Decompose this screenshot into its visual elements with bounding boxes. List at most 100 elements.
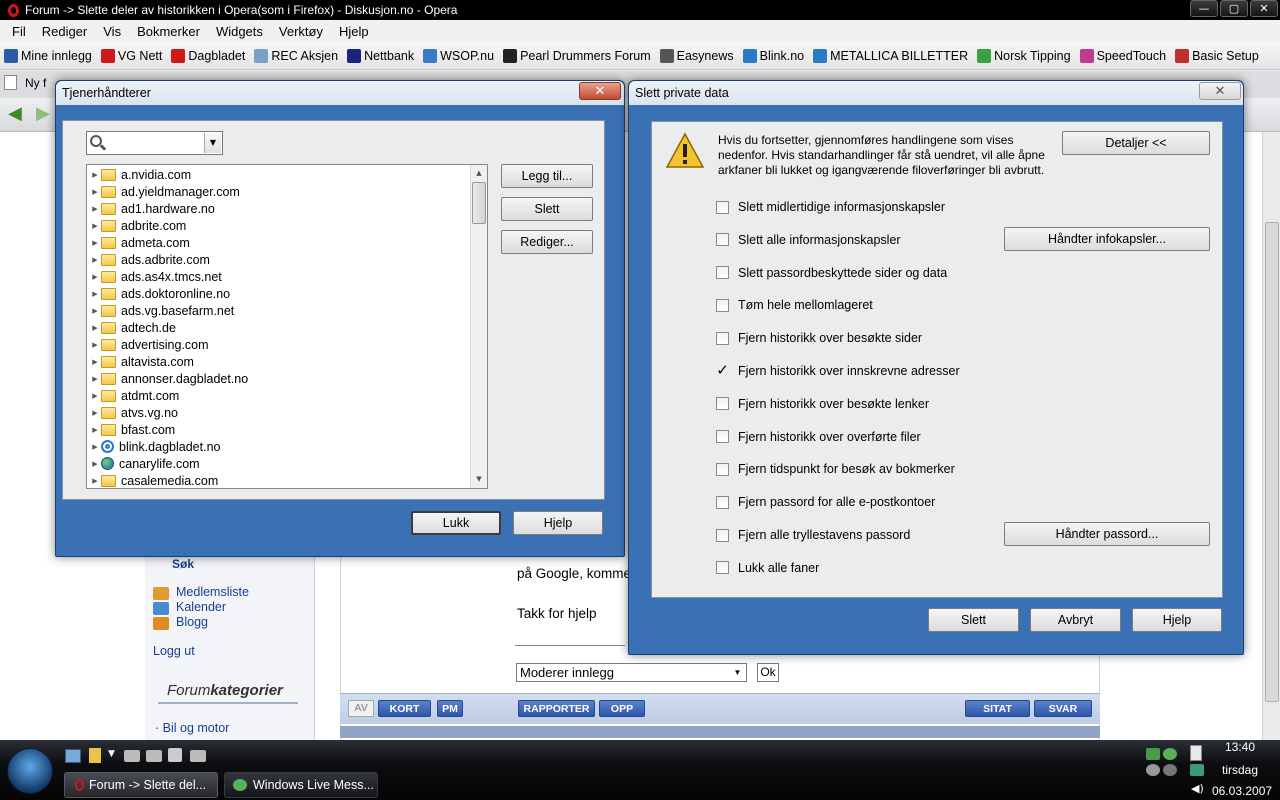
list-item[interactable]: ▶ ads.as4x.tmcs.net [87,268,471,285]
taskbar-button-opera[interactable]: Forum -> Slette del... [64,772,218,798]
back-arrow-icon[interactable]: ◀ [8,105,28,123]
pm-button[interactable]: PM [437,700,463,717]
search-link[interactable]: Søk [172,557,194,571]
bookmark-7[interactable]: Easynews [659,48,734,63]
bookmark-10[interactable]: Norsk Tipping [977,48,1071,63]
chevron-down-icon[interactable]: ▼ [204,133,221,153]
expand-arrow-icon[interactable]: ▶ [89,392,101,400]
checkbox[interactable] [716,462,729,476]
up-button[interactable]: OPP [599,700,645,717]
menu-bokmerker[interactable]: Bokmerker [129,24,208,39]
checkbox[interactable] [716,495,729,509]
option-row[interactable]: Slett passordbeskyttede sider og data [716,266,947,280]
quote-button[interactable]: SITAT [965,700,1030,717]
option-row[interactable]: Fjern tidspunkt for besøk av bokmerker [716,462,955,476]
checkbox[interactable] [716,298,729,312]
quick-launch-drive-icon-2[interactable] [146,750,162,762]
expand-arrow-icon[interactable]: ▶ [89,205,101,213]
quick-launch-drive-icon-3[interactable] [190,750,206,762]
list-item[interactable]: ▶ adbrite.com [87,217,471,234]
close-window-button[interactable]: ✕ [1250,0,1278,17]
start-button[interactable] [7,748,53,794]
expand-arrow-icon[interactable]: ▶ [89,358,101,366]
maximize-button[interactable]: ▢ [1220,0,1248,17]
bookmark-12[interactable]: Basic Setup [1175,48,1259,63]
logout-link[interactable]: Logg ut [153,644,195,658]
tray-wifi-icon[interactable] [1146,764,1160,776]
list-item[interactable]: ▶ adtech.de [87,319,471,336]
clock-time[interactable]: 13:40 [1225,740,1255,754]
expand-arrow-icon[interactable]: ▶ [89,290,101,298]
quick-launch-drive-icon[interactable] [124,750,140,762]
quick-launch-chevron-icon[interactable]: ▼ [108,749,115,759]
checkbox[interactable] [716,233,729,247]
menu-rediger[interactable]: Rediger [34,24,96,39]
bookmark-9[interactable]: METALLICA BILLETTER [813,48,968,63]
delete-button[interactable]: Slett [928,608,1019,632]
clock-day[interactable]: tirsdag [1222,763,1258,777]
close-icon[interactable]: ✕ [1199,82,1241,100]
list-item[interactable]: ▶ annonser.dagbladet.no [87,370,471,387]
menu-fil[interactable]: Fil [4,24,34,39]
quick-launch-printer-icon[interactable] [168,748,182,762]
reply-button[interactable]: SVAR [1034,700,1092,717]
expand-arrow-icon[interactable]: ▶ [89,341,101,349]
server-list[interactable]: ▶ a.nvidia.com ▶ ad.yieldmanager.com ▶ ad1.ha… [86,164,488,489]
checkbox[interactable]: ✓ [716,363,729,378]
close-icon[interactable]: ✕ [579,82,621,100]
category-link-bil[interactable]: · Bil og motor [155,721,229,735]
checkbox[interactable] [716,528,729,542]
members-link[interactable]: Medlemsliste [176,585,249,599]
server-search-input[interactable]: ▼ [86,131,223,155]
option-row[interactable]: Slett midlertidige informasjonskapsler [716,200,945,214]
clock-date[interactable]: 06.03.2007 [1212,784,1272,798]
add-server-button[interactable]: Legg til... [501,164,593,188]
checkbox[interactable] [716,397,729,411]
option-row[interactable]: Tøm hele mellomlageret [716,298,873,312]
scrollbar-thumb[interactable] [472,182,486,224]
option-row[interactable]: ✓ Fjern historikk over innskrevne adresse… [716,363,959,379]
bookmark-0[interactable]: Mine innlegg [4,48,92,63]
list-item[interactable]: ▶ a.nvidia.com [87,166,471,183]
expand-arrow-icon[interactable]: ▶ [89,188,101,196]
bookmark-2[interactable]: Dagbladet [171,48,245,63]
option-row[interactable]: Fjern passord for alle e-postkontoer [716,495,935,509]
list-item[interactable]: ▶ canarylife.com [87,455,471,472]
bookmark-8[interactable]: Blink.no [742,48,804,63]
option-row[interactable]: Lukk alle faner [716,561,819,575]
option-row[interactable]: Fjern historikk over besøkte lenker [716,397,929,411]
option-row[interactable]: Slett alle informasjonskapsler [716,233,901,247]
tray-messenger-icon[interactable] [1163,748,1177,760]
moderate-select[interactable]: Moderer innlegg ▼ [516,663,747,682]
bookmark-1[interactable]: VG Nett [100,48,162,63]
list-item[interactable]: ▶ advertising.com [87,336,471,353]
option-row[interactable]: Fjern historikk over besøkte sider [716,331,922,345]
minimize-button[interactable]: — [1190,0,1218,17]
manage-cookies-button[interactable]: Håndter infokapsler... [1004,227,1210,251]
close-button[interactable]: Lukk [411,511,501,535]
expand-arrow-icon[interactable]: ▶ [89,256,101,264]
checkbox[interactable] [716,430,729,444]
expand-arrow-icon[interactable]: ▶ [89,426,101,434]
list-item[interactable]: ▶ ads.doktoronline.no [87,285,471,302]
tray-display-icon[interactable] [1190,764,1204,776]
details-button[interactable]: Detaljer << [1062,131,1210,155]
expand-arrow-icon[interactable]: ▶ [89,273,101,281]
forward-arrow-icon[interactable]: ▶ [36,105,56,123]
list-item[interactable]: ▶ blink.dagbladet.no [87,438,471,455]
quick-launch-folder-icon[interactable] [89,748,101,763]
delete-server-button[interactable]: Slett [501,197,593,221]
expand-arrow-icon[interactable]: ▶ [89,222,101,230]
calendar-link[interactable]: Kalender [176,600,226,614]
expand-arrow-icon[interactable]: ▶ [89,239,101,247]
tray-battery-icon[interactable] [1190,745,1202,761]
bookmark-3[interactable]: REC Aksjen [254,48,338,63]
list-item[interactable]: ▶ atvs.vg.no [87,404,471,421]
list-item[interactable]: ▶ admeta.com [87,234,471,251]
list-item[interactable]: ▶ ads.vg.basefarm.net [87,302,471,319]
checkbox[interactable] [716,561,729,575]
bookmark-4[interactable]: Nettbank [347,48,414,63]
expand-arrow-icon[interactable]: ▶ [89,477,101,485]
tray-volume-icon[interactable]: ◀) [1191,782,1204,795]
menu-vis[interactable]: Vis [95,24,129,39]
